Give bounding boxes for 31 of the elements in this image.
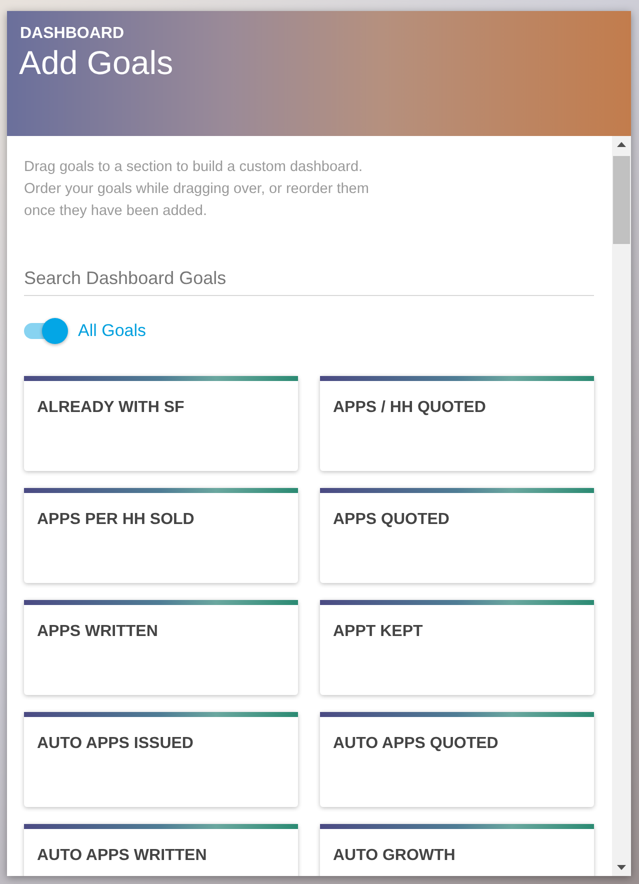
header-title: Add Goals <box>19 44 174 82</box>
goal-title: ALREADY WITH SF <box>37 399 186 417</box>
goal-title: APPT KEPT <box>333 623 424 641</box>
goal-card[interactable]: APPS PER HH SOLD <box>24 488 298 583</box>
scroll-up-icon[interactable] <box>617 142 626 147</box>
goal-title: APPS PER HH SOLD <box>37 511 196 529</box>
goal-card[interactable]: AUTO APPS QUOTED <box>320 712 594 807</box>
goal-title: AUTO APPS ISSUED <box>37 735 194 753</box>
goal-card[interactable]: APPS QUOTED <box>320 488 594 583</box>
scroll-down-icon[interactable] <box>617 865 626 870</box>
goal-title: AUTO APPS QUOTED <box>333 735 500 753</box>
goal-title: AUTO GROWTH <box>333 847 456 865</box>
scrollbar-thumb[interactable] <box>613 156 630 244</box>
toggle-switch[interactable] <box>24 318 68 344</box>
goal-title: APPS / HH QUOTED <box>333 399 487 417</box>
toggle-label: All Goals <box>78 321 146 341</box>
goal-card[interactable]: AUTO GROWTH <box>320 824 594 876</box>
goal-card[interactable]: APPS WRITTEN <box>24 600 298 695</box>
goal-card[interactable]: ALREADY WITH SF <box>24 376 298 471</box>
goal-card[interactable]: APPT KEPT <box>320 600 594 695</box>
header-eyebrow: DASHBOARD <box>20 24 124 44</box>
goal-card[interactable]: AUTO APPS ISSUED <box>24 712 298 807</box>
intro-text: Drag goals to a section to build a custom dashboard. Order your goals while dragging over, or reorder them once they have been added. <box>24 158 370 221</box>
goal-card[interactable]: AUTO APPS WRITTEN <box>24 824 298 876</box>
goal-card[interactable]: APPS / HH QUOTED <box>320 376 594 471</box>
search-field[interactable]: Search Dashboard Goals <box>24 268 594 296</box>
goal-title: APPS WRITTEN <box>37 623 159 641</box>
goal-title: APPS QUOTED <box>333 511 450 529</box>
goal-title: AUTO APPS WRITTEN <box>37 847 208 865</box>
toggle-thumb[interactable] <box>42 318 68 344</box>
scrollbar[interactable] <box>612 136 631 876</box>
